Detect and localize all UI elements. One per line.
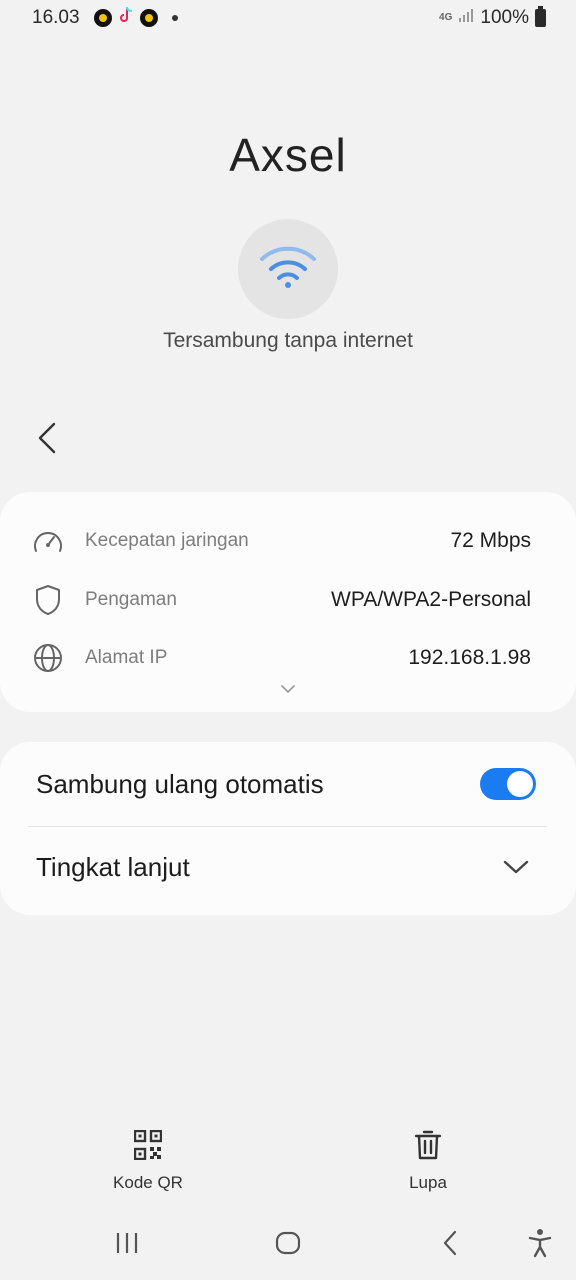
app-notification-icon: [139, 9, 158, 27]
connection-status: Tersambung tanpa internet: [163, 329, 413, 352]
settings-card: Sambung ulang otomatis Tingkat lanjut: [0, 742, 576, 915]
detail-value: 192.168.1.98: [408, 646, 531, 669]
back-nav-button[interactable]: [430, 1227, 470, 1259]
wifi-status-badge: [238, 219, 338, 319]
toggle-knob: [507, 771, 533, 797]
status-time: 16.03: [32, 7, 80, 28]
qr-code-label: Kode QR: [113, 1173, 183, 1192]
qr-code-button[interactable]: Kode QR: [78, 1129, 218, 1195]
auto-reconnect-row[interactable]: Sambung ulang otomatis: [0, 744, 576, 824]
detail-label: Pengaman: [85, 589, 177, 610]
detail-row-ip: Alamat IP 192.168.1.98: [0, 638, 576, 678]
expand-details-chevron-icon[interactable]: [278, 682, 298, 696]
battery-percent: 100%: [480, 7, 529, 28]
forget-label: Lupa: [409, 1173, 447, 1192]
system-navigation-bar: [0, 1215, 576, 1270]
detail-label: Alamat IP: [85, 647, 168, 668]
detail-row-speed: Kecepatan jaringan 72 Mbps: [0, 521, 576, 561]
detail-label: Kecepatan jaringan: [85, 530, 249, 551]
detail-row-security: Pengaman WPA/WPA2-Personal: [0, 580, 576, 620]
recent-apps-button[interactable]: [107, 1227, 147, 1259]
advanced-label: Tingkat lanjut: [36, 851, 190, 882]
auto-reconnect-label: Sambung ulang otomatis: [36, 768, 324, 799]
accessibility-button[interactable]: [520, 1227, 560, 1259]
more-notifications-icon: [171, 15, 178, 21]
signal-icon: [458, 7, 474, 29]
back-icon: [443, 1230, 457, 1256]
speedometer-icon: [32, 525, 64, 557]
auto-reconnect-toggle[interactable]: [480, 768, 536, 800]
accessibility-icon: [528, 1229, 552, 1258]
battery-icon: [535, 6, 546, 27]
chevron-left-icon: [38, 422, 56, 454]
forget-button[interactable]: Lupa: [358, 1130, 498, 1195]
network-name: Axsel: [229, 129, 347, 181]
home-button[interactable]: [268, 1227, 308, 1259]
detail-value: 72 Mbps: [450, 529, 531, 552]
home-icon: [275, 1231, 301, 1255]
status-bar: 16.03 4G 100%: [0, 0, 576, 36]
network-type-label: 4G: [439, 12, 453, 23]
back-button[interactable]: [30, 420, 64, 456]
tiktok-notification-icon: [118, 6, 134, 30]
recent-apps-icon: [116, 1233, 138, 1253]
qr-code-icon: [133, 1129, 163, 1165]
wifi-icon: [258, 245, 318, 294]
globe-icon: [32, 642, 64, 674]
network-details-card: Kecepatan jaringan 72 Mbps Pengaman WPA/…: [0, 492, 576, 712]
shield-icon: [32, 584, 64, 616]
chevron-down-icon: [502, 858, 530, 876]
detail-value: WPA/WPA2-Personal: [331, 588, 531, 611]
app-notification-icon: [93, 9, 112, 27]
advanced-row[interactable]: Tingkat lanjut: [0, 827, 576, 907]
trash-icon: [414, 1130, 442, 1165]
